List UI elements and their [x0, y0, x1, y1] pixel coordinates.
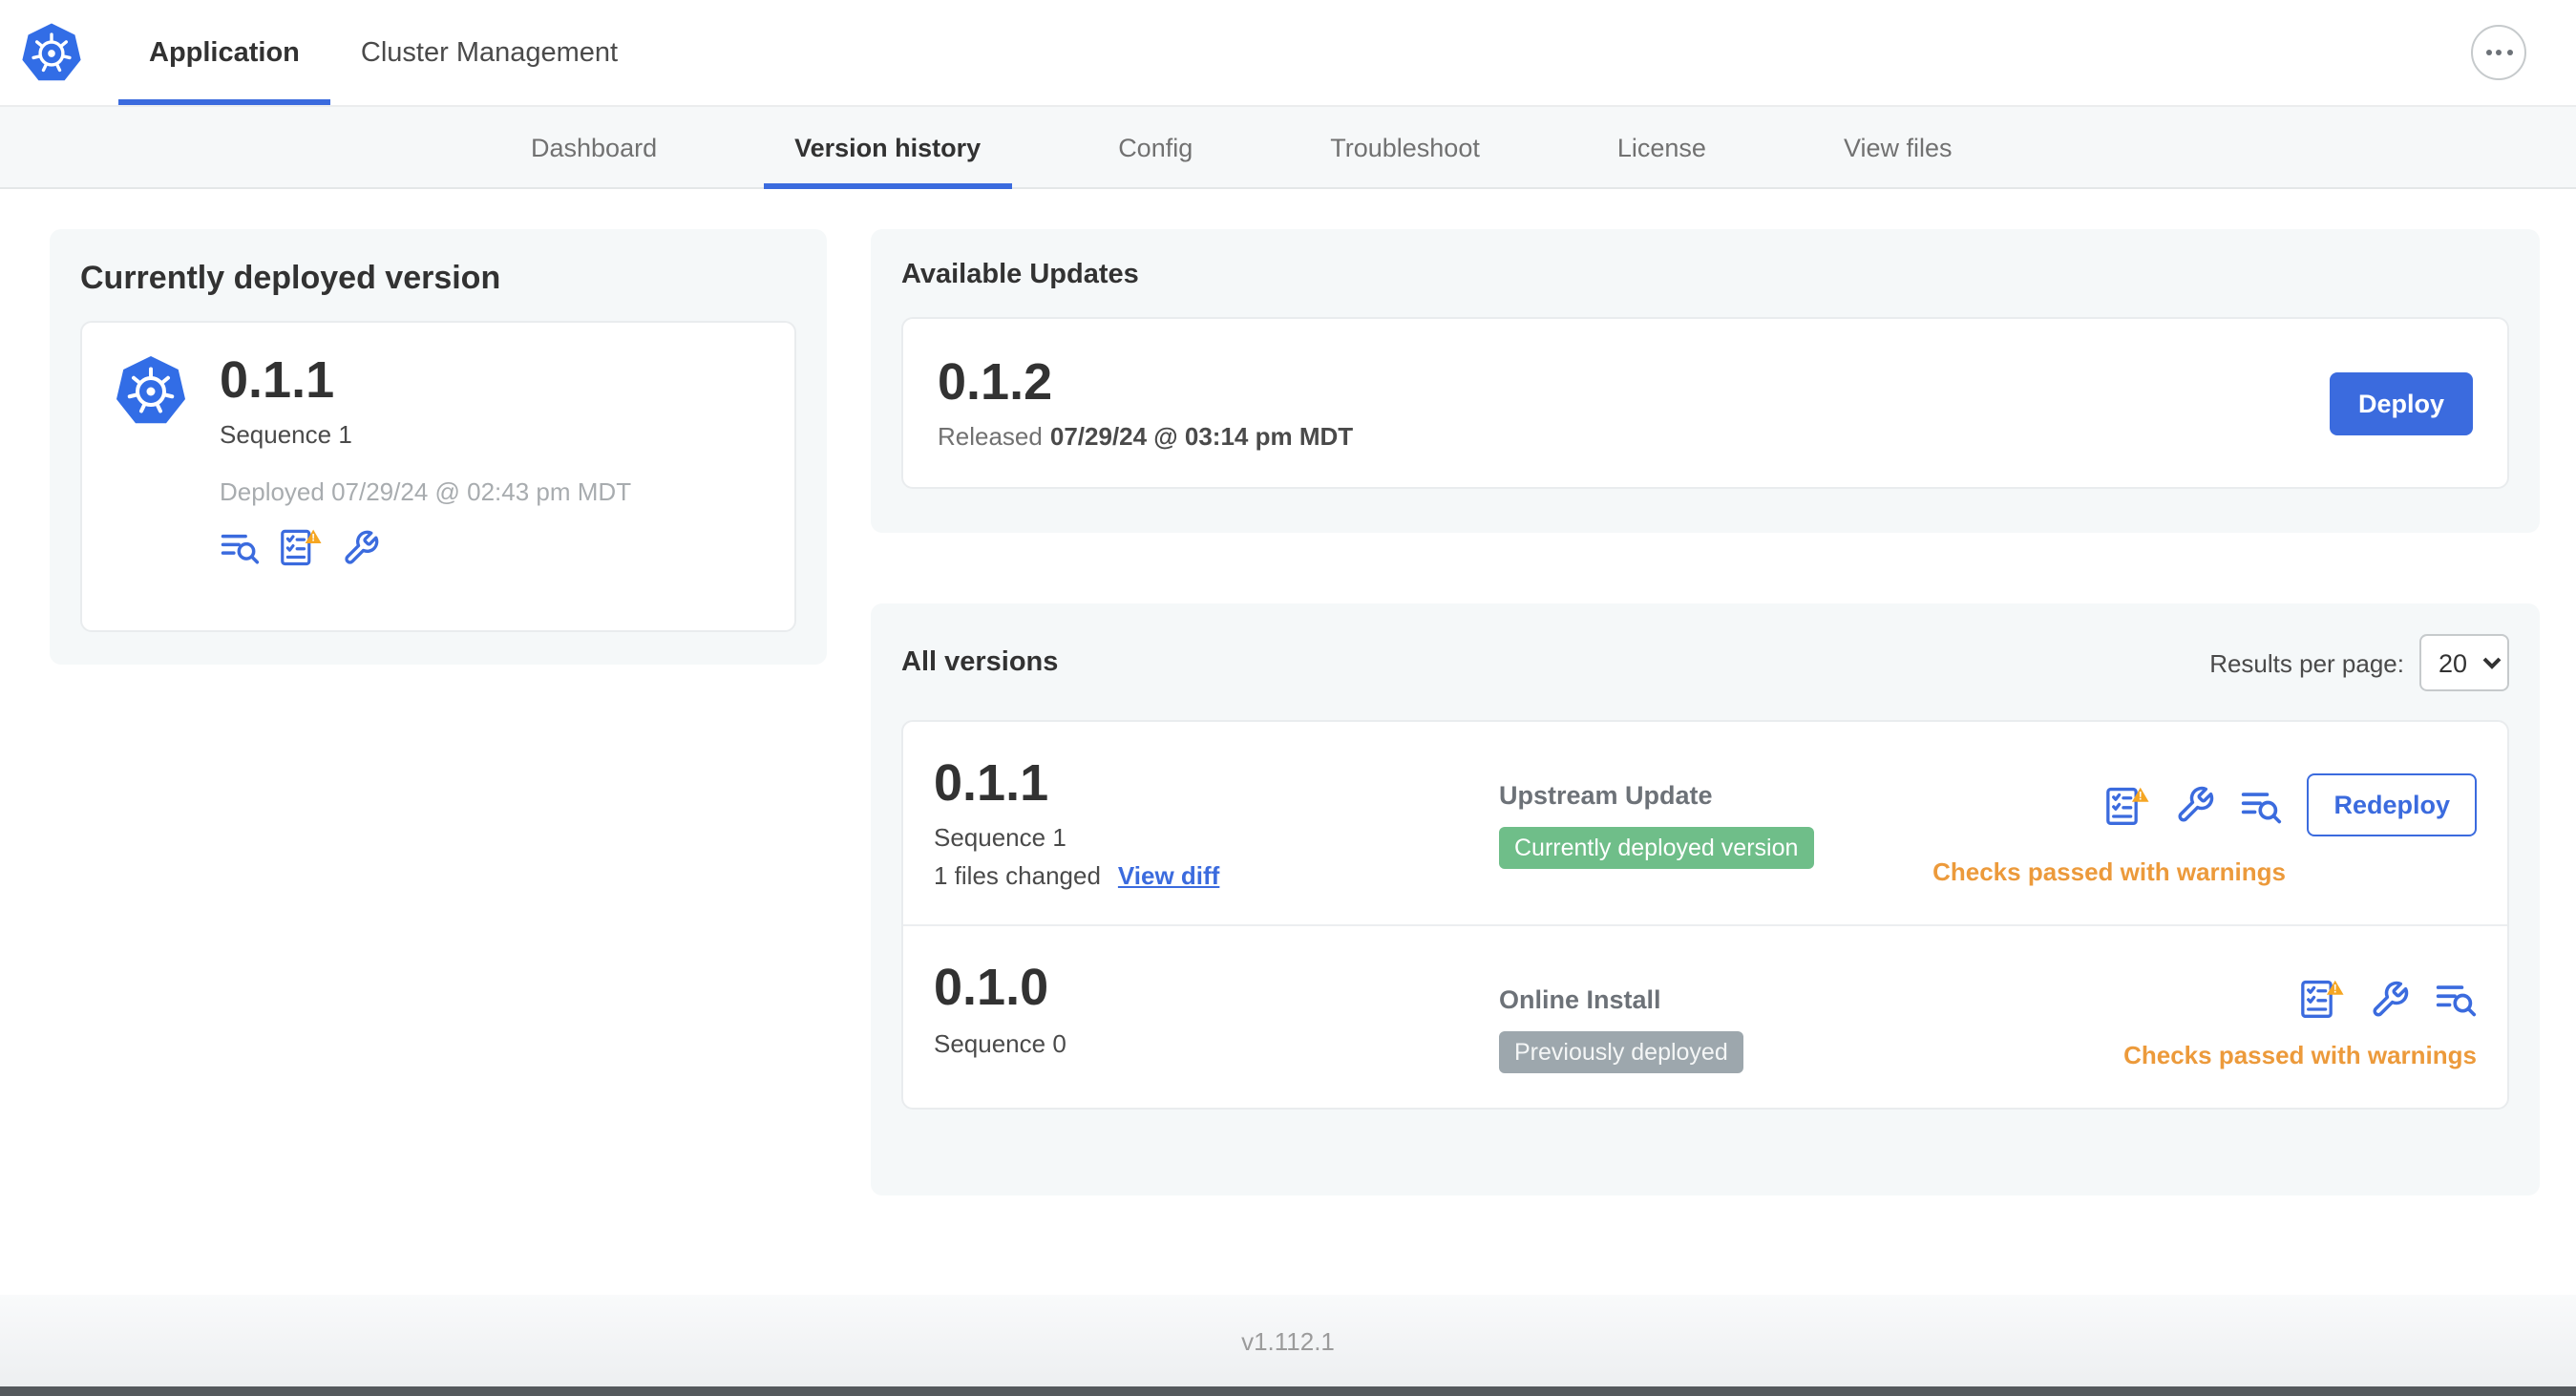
redeploy-button[interactable]: Redeploy: [2307, 773, 2477, 836]
update-card: 0.1.2 Released 07/29/24 @ 03:14 pm MDT De…: [901, 317, 2509, 489]
version-sequence: Sequence 0: [934, 1028, 1066, 1058]
svg-text:!: !: [311, 533, 315, 544]
currently-deployed-panel: Currently deployed version 0.1.1 Sequenc…: [50, 229, 827, 665]
topnav-tabs: Application Cluster Management: [118, 0, 648, 105]
deployed-version-actions: !: [220, 528, 631, 568]
results-per-page-label: Results per page:: [2209, 648, 2404, 677]
deployment-status-badge: Previously deployed: [1499, 1031, 1743, 1074]
version-action-icons: !: [2299, 979, 2477, 1021]
page-bottom-edge: [0, 1386, 2576, 1396]
logs-icon[interactable]: [2240, 784, 2282, 826]
right-column: Available Updates 0.1.2 Released 07/29/24…: [871, 229, 2540, 1195]
overflow-menu-button[interactable]: [2471, 25, 2526, 80]
released-label: Released: [938, 422, 1043, 452]
files-changed-text: 1 files changed: [934, 861, 1101, 891]
subnav-tab-troubleshoot[interactable]: Troubleshoot: [1299, 107, 1510, 187]
version-action-icons: ! Redeploy: [2104, 773, 2477, 836]
config-icon[interactable]: [342, 529, 380, 567]
version-number: 0.1.0: [934, 959, 1049, 1017]
all-versions-title: All versions: [901, 647, 1059, 678]
update-details: 0.1.2 Released 07/29/24 @ 03:14 pm MDT: [938, 352, 1353, 451]
results-per-page-select[interactable]: 20: [2419, 634, 2509, 691]
admin-console-page: Application Cluster Management Dashboard…: [0, 0, 2576, 1396]
subnav-tab-dashboard[interactable]: Dashboard: [500, 107, 687, 187]
version-row: 0.1.1 Sequence 1 1 files changed View di…: [903, 722, 2507, 925]
kubernetes-app-icon: [113, 353, 189, 430]
available-updates-panel: Available Updates 0.1.2 Released 07/29/24…: [871, 229, 2540, 533]
version-info: 0.1.0 Sequence 0: [934, 959, 1499, 1074]
preflight-status-link[interactable]: Checks passed with warnings: [2123, 1042, 2477, 1070]
source-label: Online Install: [1499, 985, 1661, 1015]
svg-text:!: !: [2333, 983, 2337, 996]
ellipsis-icon: [2485, 50, 2512, 55]
version-number: 0.1.1: [934, 754, 1049, 812]
app-subnav: Dashboard Version history Config Trouble…: [0, 105, 2576, 189]
version-source-block: Upstream Update Currently deployed versi…: [1499, 756, 1814, 891]
console-version: v1.112.1: [1241, 1326, 1335, 1355]
all-versions-panel: All versions Results per page: 20 0.1.1 …: [871, 603, 2540, 1195]
deployed-version-number: 0.1.1: [220, 351, 335, 409]
preflight-checks-icon[interactable]: !: [2104, 784, 2150, 826]
released-date: 07/29/24 @ 03:14 pm MDT: [1049, 422, 1354, 452]
available-updates-title: Available Updates: [901, 260, 1139, 290]
tab-application[interactable]: Application: [118, 0, 330, 105]
version-sequence: Sequence 1: [934, 823, 1066, 853]
source-label: Upstream Update: [1499, 781, 1713, 810]
files-changed-line: 1 files changed View diff: [934, 862, 1499, 891]
results-per-page: Results per page: 20: [2209, 634, 2509, 691]
config-icon[interactable]: [2370, 980, 2410, 1020]
tab-cluster-management[interactable]: Cluster Management: [330, 0, 648, 105]
top-navbar: Application Cluster Management: [0, 0, 2576, 105]
logs-icon[interactable]: [2435, 979, 2477, 1021]
preflight-checks-icon[interactable]: !: [2299, 979, 2345, 1021]
all-versions-header: All versions Results per page: 20: [901, 634, 2509, 691]
currently-deployed-title: Currently deployed version: [80, 260, 501, 296]
subnav-tab-view-files[interactable]: View files: [1813, 107, 1983, 187]
update-released-line: Released 07/29/24 @ 03:14 pm MDT: [938, 422, 1353, 451]
versions-list: 0.1.1 Sequence 1 1 files changed View di…: [901, 720, 2509, 1110]
config-icon[interactable]: [2175, 785, 2215, 825]
version-actions: ! Redeploy Checks passed with warnings: [1932, 756, 2477, 891]
kubernetes-logo-icon[interactable]: [19, 20, 84, 85]
page-footer: v1.112.1: [0, 1295, 2576, 1386]
subnav-tab-license[interactable]: License: [1587, 107, 1737, 187]
svg-text:!: !: [2139, 788, 2143, 801]
deploy-button[interactable]: Deploy: [2329, 371, 2473, 434]
update-version-number: 0.1.2: [938, 352, 1053, 411]
deployed-timestamp: Deployed 07/29/24 @ 02:43 pm MDT: [220, 477, 632, 507]
logs-icon[interactable]: [220, 528, 260, 568]
view-diff-link[interactable]: View diff: [1118, 862, 1219, 891]
subnav-tab-version-history[interactable]: Version history: [764, 107, 1011, 189]
version-actions: ! Checks passed with warnings: [2123, 962, 2477, 1074]
deployment-status-badge: Currently deployed version: [1499, 827, 1814, 869]
preflight-checks-icon[interactable]: !: [279, 528, 323, 568]
deployed-version-card: 0.1.1 Sequence 1 Deployed 07/29/24 @ 02:…: [80, 321, 796, 632]
version-row: 0.1.0 Sequence 0 Online Install Previous…: [903, 924, 2507, 1109]
subnav-tab-config[interactable]: Config: [1087, 107, 1223, 187]
version-source-block: Online Install Previously deployed: [1499, 962, 1743, 1074]
deployed-version-sequence: Sequence 1: [220, 420, 352, 450]
preflight-status-link[interactable]: Checks passed with warnings: [1932, 857, 2286, 886]
deployed-version-details: 0.1.1 Sequence 1 Deployed 07/29/24 @ 02:…: [220, 351, 632, 600]
version-info: 0.1.1 Sequence 1 1 files changed View di…: [934, 754, 1499, 891]
